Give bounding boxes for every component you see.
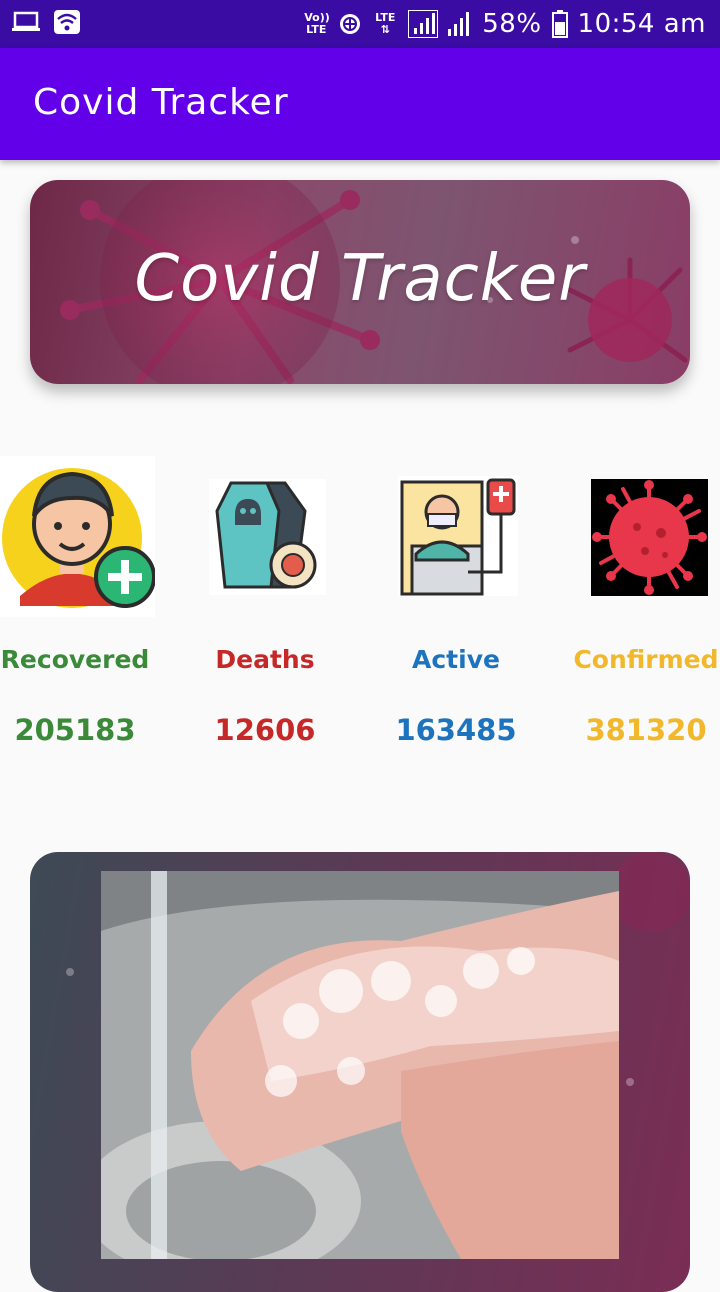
recovered-person-icon [0, 456, 156, 617]
confirmed-value: 381320 [585, 713, 707, 747]
recovered-label: Recovered [0, 645, 150, 674]
battery-icon [551, 10, 568, 38]
covid-banner: Covid Tracker [30, 180, 690, 384]
virus-icon [591, 479, 708, 596]
data-saver-icon [340, 14, 361, 34]
signal-strength-icon [408, 10, 439, 38]
deaths-label: Deaths [215, 645, 315, 674]
clock: 10:54 am [577, 9, 706, 39]
deaths-value: 12606 [214, 713, 316, 747]
laptop-icon [12, 11, 40, 31]
hospital-patient-icon [398, 476, 518, 596]
volte-indicator: Vo)) LTE [304, 11, 330, 36]
app-bar: Covid Tracker [0, 48, 720, 160]
banner-title: Covid Tracker [134, 242, 586, 316]
coffin-icon [209, 479, 326, 595]
hand-washing-image [101, 871, 619, 1259]
confirmed-label: Confirmed [573, 645, 719, 674]
lte-indicator: LTE ⇅ [375, 11, 396, 36]
status-bar: Vo)) LTE LTE ⇅ 58% 10:54 am [0, 0, 720, 48]
wifi-icon [54, 10, 80, 34]
hand-wash-card [30, 852, 690, 1292]
recovered-value: 205183 [14, 713, 136, 747]
app-title: Covid Tracker [33, 82, 289, 123]
signal-strength-2-icon [448, 12, 470, 36]
active-label: Active [412, 645, 500, 674]
battery-percent: 58% [482, 9, 542, 39]
active-value: 163485 [395, 713, 517, 747]
